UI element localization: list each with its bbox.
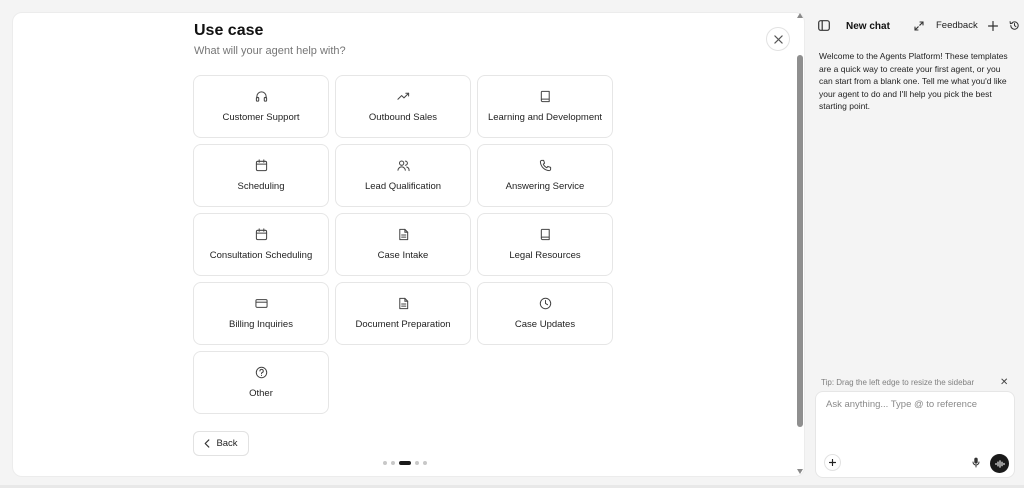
chat-input[interactable] xyxy=(826,399,1006,410)
use-case-label: Case Intake xyxy=(377,250,429,261)
use-case-card-learning-and-development[interactable]: Learning and Development xyxy=(477,75,613,138)
calendar-icon xyxy=(255,228,267,241)
resize-tip: Tip: Drag the left edge to resize the si… xyxy=(821,378,975,387)
history-icon[interactable] xyxy=(1009,20,1020,31)
credit-card-icon xyxy=(254,299,268,308)
use-case-label: Customer Support xyxy=(222,112,300,123)
attach-button[interactable] xyxy=(824,454,841,471)
document-icon xyxy=(398,297,408,310)
sidebar-header: New chat Feedback xyxy=(818,14,1024,38)
welcome-message: Welcome to the Agents Platform! These te… xyxy=(819,51,1008,112)
use-case-label: Outbound Sales xyxy=(368,112,438,123)
plus-icon[interactable] xyxy=(988,21,998,31)
use-case-card-other[interactable]: Other xyxy=(193,351,329,414)
book-icon xyxy=(540,90,550,103)
scrollbar-thumb[interactable] xyxy=(797,55,803,427)
book-icon xyxy=(540,228,550,241)
close-icon xyxy=(773,34,783,44)
expand-icon[interactable] xyxy=(914,21,924,31)
chat-composer xyxy=(815,391,1015,478)
sidebar-toggle-icon[interactable] xyxy=(818,20,830,31)
back-button-label: Back xyxy=(216,438,238,449)
use-case-card-legal-resources[interactable]: Legal Resources xyxy=(477,213,613,276)
phone-icon xyxy=(539,159,551,172)
use-case-label: Other xyxy=(249,388,273,399)
use-case-card-scheduling[interactable]: Scheduling xyxy=(193,144,329,207)
use-case-label: Document Preparation xyxy=(355,319,451,330)
use-case-card-document-preparation[interactable]: Document Preparation xyxy=(335,282,471,345)
use-case-label: Billing Inquiries xyxy=(229,319,293,330)
calendar-icon xyxy=(255,159,267,172)
use-case-label: Case Updates xyxy=(514,319,576,330)
plus-icon xyxy=(829,459,836,466)
page-title: Use case xyxy=(194,22,264,39)
step-dot xyxy=(391,461,395,465)
use-case-label: Answering Service xyxy=(505,181,585,192)
use-case-card-answering-service[interactable]: Answering Service xyxy=(477,144,613,207)
tip-close-icon[interactable]: ✕ xyxy=(1000,377,1008,388)
headphones-icon xyxy=(255,91,267,102)
clock-icon xyxy=(539,297,551,310)
waveform-icon xyxy=(994,459,1005,468)
scroll-up-arrow[interactable] xyxy=(797,13,803,18)
step-dot xyxy=(383,461,387,465)
use-case-label: Legal Resources xyxy=(509,250,581,261)
step-dot xyxy=(415,461,419,465)
use-case-grid: Customer Support Outbound Sales Learning a… xyxy=(193,75,613,414)
sidebar-title: New chat xyxy=(846,21,890,32)
document-icon xyxy=(398,228,408,241)
trending-up-icon xyxy=(396,92,409,100)
close-button[interactable] xyxy=(766,27,790,51)
chevron-left-icon xyxy=(205,439,210,448)
use-case-card-lead-qualification[interactable]: Lead Qualification xyxy=(335,144,471,207)
microphone-icon[interactable] xyxy=(972,457,980,468)
use-case-label: Scheduling xyxy=(237,181,285,192)
use-case-label: Learning and Development xyxy=(487,112,603,123)
step-indicator xyxy=(383,460,427,466)
step-dot xyxy=(423,461,427,465)
use-case-card-billing-inquiries[interactable]: Billing Inquiries xyxy=(193,282,329,345)
use-case-card-case-intake[interactable]: Case Intake xyxy=(335,213,471,276)
scroll-down-arrow[interactable] xyxy=(797,469,803,474)
use-case-card-case-updates[interactable]: Case Updates xyxy=(477,282,613,345)
step-dot-active xyxy=(399,461,411,465)
use-case-label: Lead Qualification xyxy=(364,181,442,192)
feedback-button[interactable]: Feedback xyxy=(936,20,978,31)
use-case-card-consultation-scheduling[interactable]: Consultation Scheduling xyxy=(193,213,329,276)
voice-mode-button[interactable] xyxy=(990,454,1009,473)
use-case-label: Consultation Scheduling xyxy=(209,250,313,261)
use-case-card-customer-support[interactable]: Customer Support xyxy=(193,75,329,138)
back-button[interactable]: Back xyxy=(193,431,249,456)
help-circle-icon xyxy=(255,366,267,379)
users-icon xyxy=(396,160,410,172)
use-case-card-outbound-sales[interactable]: Outbound Sales xyxy=(335,75,471,138)
page-subtitle: What will your agent help with? xyxy=(194,45,346,57)
